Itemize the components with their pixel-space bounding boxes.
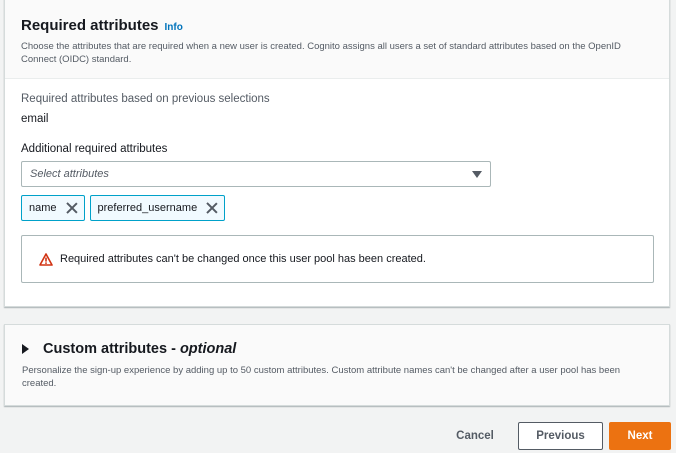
- token-label: name: [29, 202, 57, 214]
- custom-attributes-description: Personalize the sign-up experience by ad…: [22, 365, 621, 389]
- cancel-button[interactable]: Cancel: [449, 422, 501, 450]
- previous-button[interactable]: Previous: [518, 422, 603, 450]
- custom-attributes-header: Custom attributes - optional Personalize…: [5, 325, 669, 405]
- required-attributes-title: Required attributes: [21, 17, 159, 34]
- required-attributes-panel: Required attributes Info Choose the attr…: [4, 0, 670, 307]
- close-icon[interactable]: [205, 201, 219, 215]
- close-icon[interactable]: [65, 201, 79, 215]
- previous-selections-value: email: [21, 113, 49, 125]
- attributes-select-placeholder: Select attributes: [30, 168, 109, 180]
- token-preferred-username: preferred_username: [89, 195, 226, 221]
- wizard-footer: Cancel Previous Next: [0, 422, 676, 450]
- warning-alert: Required attributes can't be changed onc…: [21, 235, 654, 283]
- attributes-select[interactable]: Select attributes: [21, 161, 491, 187]
- required-attributes-body: Required attributes based on previous se…: [5, 79, 669, 283]
- warning-text: Required attributes can't be changed onc…: [60, 253, 426, 265]
- info-link[interactable]: Info: [165, 22, 183, 33]
- token-name: name: [21, 195, 85, 221]
- required-attributes-title-row: Required attributes Info: [21, 17, 653, 34]
- custom-attributes-title: Custom attributes - optional: [43, 341, 236, 357]
- custom-attributes-panel: Custom attributes - optional Personalize…: [4, 324, 670, 406]
- custom-attributes-title-text: Custom attributes -: [43, 341, 180, 357]
- warning-triangle-icon: [39, 252, 53, 266]
- selected-attribute-tokens: name preferred_username: [21, 195, 653, 221]
- required-attributes-header: Required attributes Info Choose the attr…: [5, 0, 669, 79]
- token-label: preferred_username: [97, 202, 198, 214]
- optional-label: optional: [179, 341, 237, 357]
- custom-attributes-expander[interactable]: Custom attributes - optional: [22, 341, 653, 357]
- caret-right-icon: [22, 344, 29, 354]
- caret-down-icon: [472, 170, 482, 178]
- additional-attributes-label: Additional required attributes: [21, 143, 168, 155]
- next-button[interactable]: Next: [609, 422, 671, 450]
- previous-selections-label: Required attributes based on previous se…: [21, 93, 270, 105]
- required-attributes-description: Choose the attributes that are required …: [21, 41, 621, 65]
